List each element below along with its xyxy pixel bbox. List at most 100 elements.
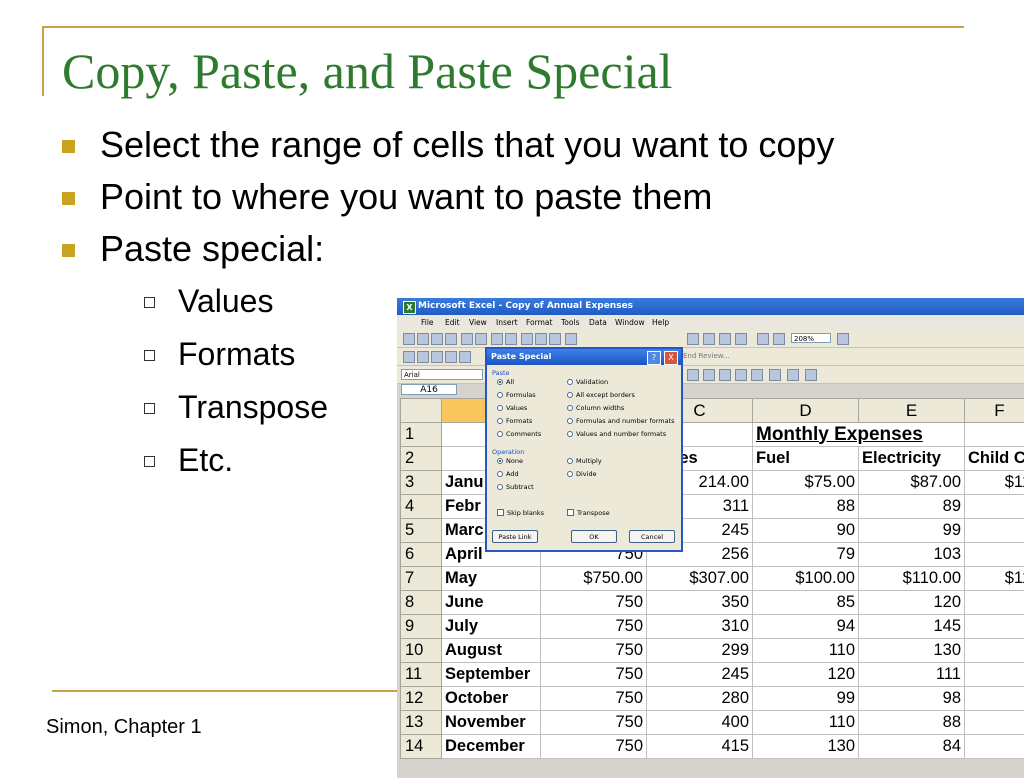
drawing-icon[interactable] [773,333,785,345]
paste-values-option[interactable]: Values [497,404,527,412]
cell-f[interactable] [965,543,1024,567]
menu-help[interactable]: Help [652,315,669,330]
sort-ascending-icon[interactable] [719,333,731,345]
cell-e[interactable]: 120 [859,591,965,615]
cell-b[interactable]: $750.00 [541,567,647,591]
cell-c[interactable]: 400 [647,711,753,735]
cell-d[interactable]: 99 [753,687,859,711]
menu-tools[interactable]: Tools [561,315,579,330]
row-header[interactable]: 12 [401,687,442,711]
cell-e[interactable]: 103 [859,543,965,567]
hyperlink-icon[interactable] [687,333,699,345]
new-icon[interactable] [403,333,415,345]
cell-f[interactable]: Child C [965,447,1024,471]
cell-e[interactable]: 130 [859,639,965,663]
paste-formulas-option[interactable]: Formulas [497,391,536,399]
operation-multiply-option[interactable]: Multiply [567,457,602,465]
cell-f[interactable] [965,639,1024,663]
cell-c[interactable]: 245 [647,663,753,687]
row-header[interactable]: 3 [401,471,442,495]
cell-f[interactable] [965,711,1024,735]
cell-d[interactable]: 120 [753,663,859,687]
fill-color-icon[interactable] [787,369,799,381]
row-header[interactable]: 10 [401,639,442,663]
cell-a[interactable]: December [442,735,541,759]
cell-d[interactable]: 85 [753,591,859,615]
cell-f[interactable] [965,495,1024,519]
cell-b[interactable]: 750 [541,663,647,687]
cell-c[interactable]: 350 [647,591,753,615]
cell-d[interactable]: $75.00 [753,471,859,495]
menu-insert[interactable]: Insert [496,315,518,330]
row-header[interactable]: 5 [401,519,442,543]
cell-f[interactable]: $11 [965,567,1024,591]
sort-descending-icon[interactable] [735,333,747,345]
cell-e[interactable]: $110.00 [859,567,965,591]
cell-c[interactable]: $307.00 [647,567,753,591]
cut-icon[interactable] [521,333,533,345]
row-header[interactable]: 1 [401,423,442,447]
cell-d[interactable]: Monthly Expenses [753,423,965,447]
paste-comments-option[interactable]: Comments [497,430,541,438]
row-header[interactable]: 8 [401,591,442,615]
spelling-icon[interactable] [491,333,503,345]
cell-c[interactable]: 280 [647,687,753,711]
cell-a[interactable]: May [442,567,541,591]
cell-a[interactable]: June [442,591,541,615]
column-header-d[interactable]: D [753,399,859,423]
row-header[interactable]: 14 [401,735,442,759]
cell-d[interactable]: 90 [753,519,859,543]
paste-formats-option[interactable]: Formats [497,417,532,425]
cell-e[interactable]: 145 [859,615,965,639]
operation-none-option[interactable]: None [497,457,523,465]
cell-b[interactable]: 750 [541,615,647,639]
cell-e[interactable]: 89 [859,495,965,519]
cell-a[interactable]: September [442,663,541,687]
cell-b[interactable]: 750 [541,591,647,615]
cell-e[interactable]: 88 [859,711,965,735]
cell-b[interactable]: 750 [541,639,647,663]
operation-add-option[interactable]: Add [497,470,519,478]
cell-f[interactable]: $11 [965,471,1024,495]
paste-except-borders-option[interactable]: All except borders [567,391,635,399]
euro-icon[interactable] [687,369,699,381]
column-header-f[interactable]: F [965,399,1024,423]
print-preview-icon[interactable] [475,333,487,345]
cell-d[interactable]: Fuel [753,447,859,471]
paste-link-button[interactable]: Paste Link [492,530,538,543]
row-header[interactable]: 9 [401,615,442,639]
menu-data[interactable]: Data [589,315,607,330]
skip-blanks-checkbox[interactable]: Skip blanks [497,509,544,517]
select-all-corner[interactable] [401,399,442,423]
cell-f[interactable] [965,591,1024,615]
cell-f[interactable] [965,735,1024,759]
font-color-icon[interactable] [805,369,817,381]
cell-a[interactable]: November [442,711,541,735]
autosum-icon[interactable] [703,333,715,345]
print-icon[interactable] [461,333,473,345]
cell-a[interactable]: July [442,615,541,639]
cell-e[interactable]: 98 [859,687,965,711]
review-icon[interactable] [431,351,443,363]
open-icon[interactable] [417,333,429,345]
cell-c[interactable]: 310 [647,615,753,639]
review-icon[interactable] [417,351,429,363]
cell-b[interactable]: 750 [541,687,647,711]
operation-subtract-option[interactable]: Subtract [497,483,534,491]
paste-validation-option[interactable]: Validation [567,378,608,386]
increase-indent-icon[interactable] [751,369,763,381]
row-header[interactable]: 2 [401,447,442,471]
format-painter-icon[interactable] [565,333,577,345]
row-header[interactable]: 11 [401,663,442,687]
menu-format[interactable]: Format [526,315,552,330]
permission-icon[interactable] [445,333,457,345]
transpose-checkbox[interactable]: Transpose [567,509,610,517]
menu-file[interactable]: File [421,315,434,330]
cell-f[interactable] [965,423,1024,447]
cell-e[interactable]: Electricity [859,447,965,471]
help-icon[interactable] [837,333,849,345]
close-button[interactable]: X [664,351,678,365]
cell-c[interactable]: 299 [647,639,753,663]
row-header[interactable]: 4 [401,495,442,519]
review-icon[interactable] [459,351,471,363]
